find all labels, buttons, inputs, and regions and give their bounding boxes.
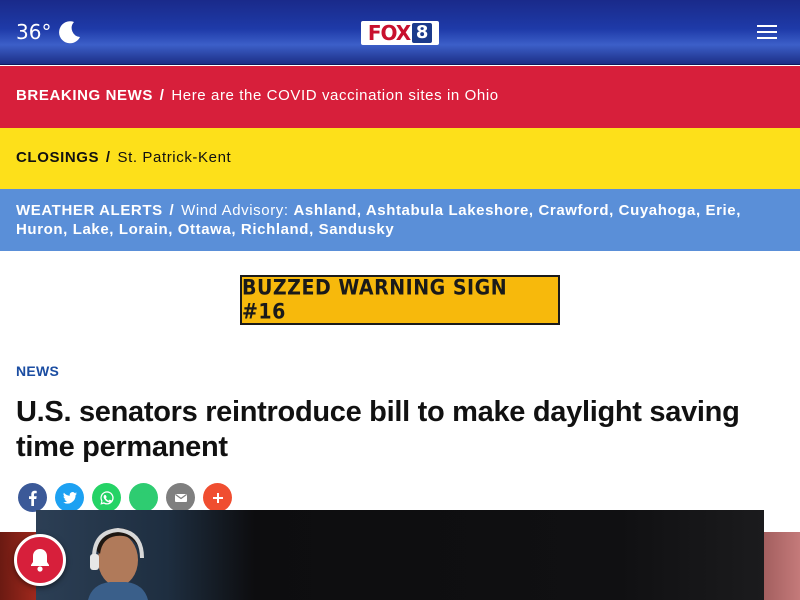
logo-fox-text: FOX	[367, 21, 411, 45]
article-category[interactable]: NEWS	[16, 363, 59, 379]
bell-icon	[31, 549, 49, 572]
more-share-icon	[212, 492, 223, 503]
share-more-button[interactable]	[203, 483, 232, 512]
notification-bell-button[interactable]	[14, 534, 66, 586]
logo-8-badge: 8	[412, 23, 433, 43]
whatsapp-icon	[99, 490, 114, 505]
share-sms-button[interactable]	[129, 483, 158, 512]
email-icon	[174, 493, 187, 502]
moon-icon[interactable]	[57, 19, 83, 45]
facebook-icon	[28, 490, 37, 506]
breaking-separator: /	[159, 87, 165, 104]
temperature[interactable]: 36°	[16, 20, 51, 44]
sms-icon	[136, 491, 151, 504]
breaking-news-bar[interactable]: BREAKING NEWS / Here are the COVID vacci…	[0, 66, 800, 128]
breaking-news-link[interactable]: Here are the COVID vaccination sites in …	[171, 87, 498, 104]
closings-bar[interactable]: CLOSINGS / St. Patrick-Kent	[0, 128, 800, 189]
breaking-news-label: BREAKING NEWS	[16, 87, 153, 104]
advertisement-banner[interactable]: BUZZED WARNING SIGN #16	[240, 275, 560, 325]
hamburger-menu-icon[interactable]	[757, 25, 777, 39]
share-email-button[interactable]	[166, 483, 195, 512]
twitter-icon	[62, 491, 77, 504]
share-whatsapp-button[interactable]	[92, 483, 121, 512]
person-with-headphones-image	[88, 527, 148, 600]
wind-advisory-label: Wind Advisory:	[181, 202, 289, 219]
ad-text: BUZZED WARNING SIGN #16	[242, 275, 508, 325]
weather-alerts-bar[interactable]: WEATHER ALERTS / Wind Advisory: Ashland,…	[0, 189, 800, 251]
closings-label: CLOSINGS	[16, 149, 100, 166]
article-headline: U.S. senators reintroduce bill to make d…	[16, 396, 740, 463]
closings-link[interactable]: St. Patrick-Kent	[117, 149, 231, 166]
share-twitter-button[interactable]	[55, 483, 84, 512]
closings-separator: /	[105, 149, 111, 166]
video-player[interactable]	[36, 510, 764, 600]
weather-alerts-label: WEATHER ALERTS	[16, 202, 163, 219]
site-header: 36° FOX 8	[0, 0, 800, 65]
weather-separator: /	[169, 202, 175, 219]
share-facebook-button[interactable]	[18, 483, 47, 512]
fox8-logo[interactable]: FOX 8	[361, 21, 439, 45]
